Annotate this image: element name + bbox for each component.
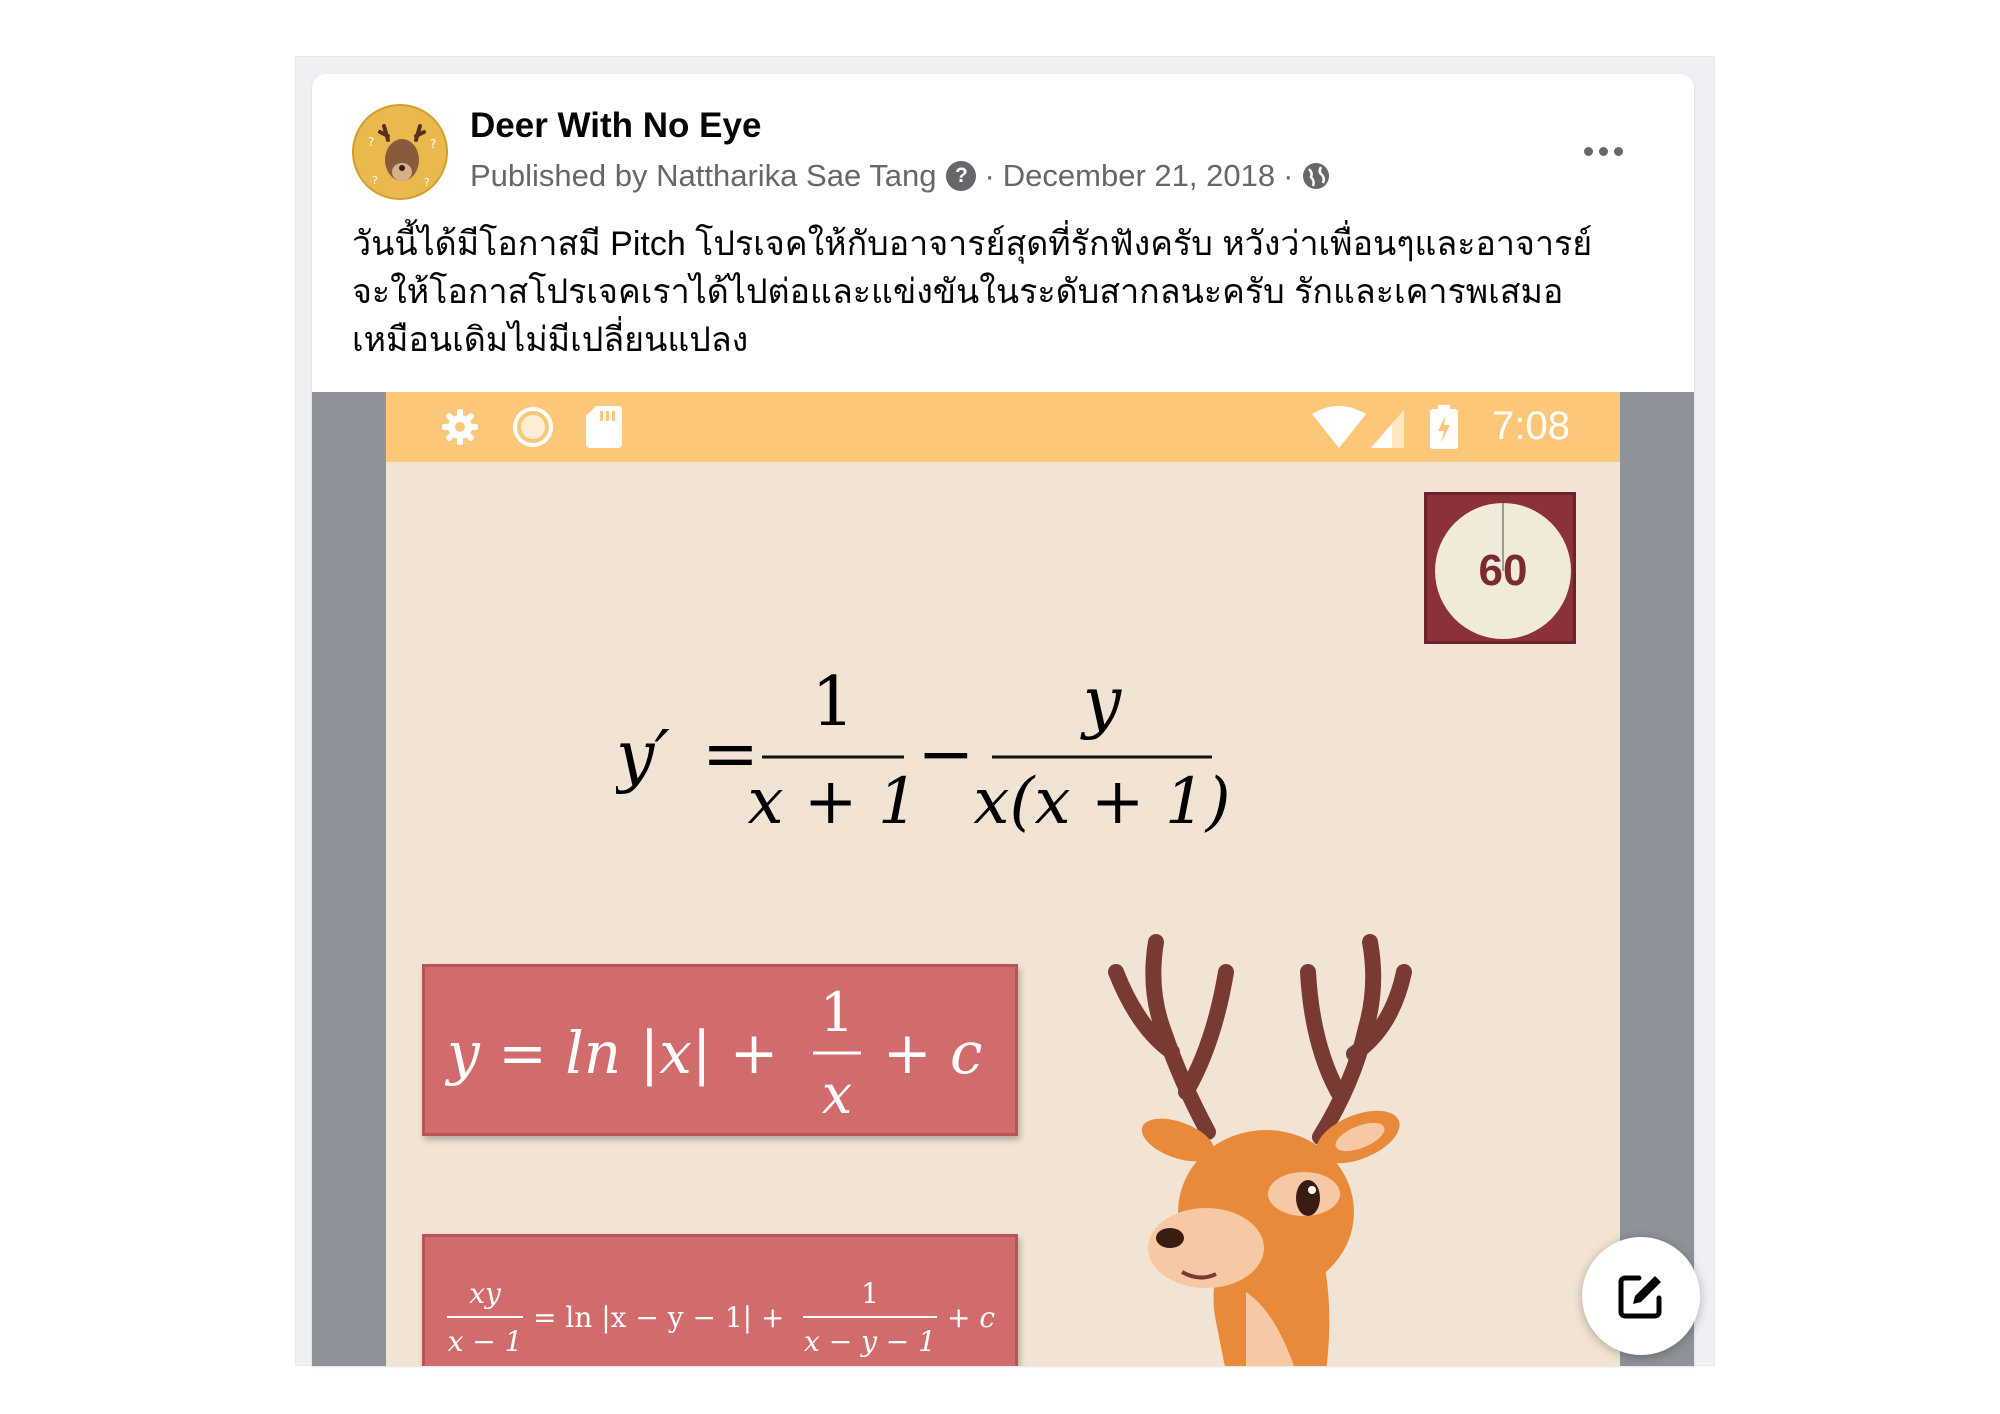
ans1-frac-den: x: [822, 1063, 852, 1126]
eq-lhs: y′: [616, 717, 670, 796]
post-date[interactable]: December 21, 2018: [1003, 158, 1275, 194]
question-circle-icon[interactable]: ?: [946, 161, 977, 191]
globe-icon[interactable]: [1301, 161, 1331, 191]
edit-compose-icon: [1618, 1275, 1662, 1319]
eq-frac1-den: x + 1: [747, 765, 918, 839]
sd-card-icon: [586, 406, 622, 448]
settings-gear-icon: [442, 409, 478, 445]
svg-text:?: ?: [430, 137, 436, 151]
cell-signal-icon: [1370, 410, 1404, 448]
meta-separator: ·: [984, 158, 995, 193]
deer-avatar-icon: ? ? ? ?: [354, 106, 446, 198]
post-text: วันนี้ได้มีโอกาสมี Pitch โปรเจคให้กับอาจ…: [352, 220, 1662, 364]
ans2-right: + c: [947, 1301, 995, 1334]
post-text-line: เหมือนเดิมไม่มีเปลี่ยนแปลง: [352, 321, 749, 359]
ans1-right: + c: [883, 1019, 983, 1087]
dot: [1598, 146, 1608, 156]
published-by[interactable]: Published by Nattharika Sae Tang: [470, 158, 936, 194]
ans2-frac1-den: x − 1: [448, 1325, 523, 1358]
ans2-frac1-num: xy: [469, 1277, 502, 1310]
ans1-frac-num: 1: [820, 981, 854, 1044]
ans1-left: y = ln |x| +: [444, 1019, 778, 1087]
post-text-line: วันนี้ได้มีโอกาสมี Pitch โปรเจคให้กับอาจ…: [352, 225, 1593, 263]
compose-post-button[interactable]: [1582, 1237, 1700, 1355]
wifi-icon: [1312, 406, 1366, 448]
ans2-frac2-den: x − y − 1: [804, 1325, 936, 1358]
status-clock: 7:08: [1492, 404, 1570, 448]
meta-separator: ·: [1283, 158, 1294, 193]
svg-text:?: ?: [372, 174, 378, 187]
post-media-image[interactable]: 7:08 60 y′ = 1 x + 1 − y x(x + 1) y = ln…: [312, 392, 1694, 1366]
answer-2-formula: xy x − 1 = ln |x − y − 1| + 1 x − y − 1 …: [447, 1277, 995, 1358]
circle-notification-icon: [513, 407, 553, 447]
post-meta: Published by Nattharika Sae Tang ? · Dec…: [470, 158, 1331, 194]
page-name[interactable]: Deer With No Eye: [470, 106, 761, 146]
eq-frac1-num: 1: [811, 663, 854, 742]
timer-dial: 60: [1435, 503, 1571, 639]
more-options-button[interactable]: [1578, 136, 1628, 166]
app-screenshot: 7:08 60 y′ = 1 x + 1 − y x(x + 1) y = ln…: [386, 392, 1620, 1366]
dot: [1613, 146, 1623, 156]
ans2-frac2-num: 1: [861, 1277, 879, 1310]
eq-frac2-num: y: [1080, 663, 1123, 742]
answer-choice-1[interactable]: y = ln |x| + 1 x + c: [422, 964, 1018, 1136]
svg-text:?: ?: [424, 176, 430, 189]
answer-1-formula: y = ln |x| + 1 x + c: [444, 981, 983, 1126]
post-text-line: จะให้โอกาสโปรเจคเราได้ไปต่อและแข่งขันในร…: [352, 273, 1564, 311]
deer-mascot-illustration: [1108, 934, 1412, 1366]
antlers: [1108, 934, 1412, 1145]
question-equation: y′ = 1 x + 1 − y x(x + 1): [616, 663, 1231, 839]
post-card: ? ? ? ? Deer With No Eye Published by Na…: [312, 74, 1694, 1366]
answer-choice-2[interactable]: xy x − 1 = ln |x − y − 1| + 1 x − y − 1 …: [422, 1234, 1018, 1366]
battery-charging-icon: [1430, 405, 1458, 449]
eq-frac2-den: x(x + 1): [973, 765, 1230, 839]
ans2-middle: = ln |x − y − 1| +: [533, 1301, 784, 1334]
page-avatar[interactable]: ? ? ? ?: [352, 104, 448, 200]
countdown-timer: 60: [1424, 492, 1576, 644]
eq-minus: −: [918, 715, 975, 794]
timer-value: 60: [1478, 546, 1528, 595]
svg-text:?: ?: [368, 135, 374, 149]
more-horizontal-icon: [1583, 146, 1593, 156]
status-bar: 7:08: [386, 392, 1620, 462]
